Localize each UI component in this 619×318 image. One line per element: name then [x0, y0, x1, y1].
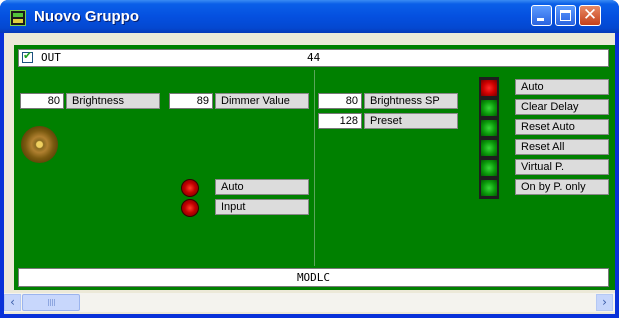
modlc-label: MODLC — [296, 271, 331, 284]
brightness-sp-label: Brightness SP — [364, 93, 458, 109]
status-led-on-by-p-only — [481, 180, 497, 196]
brightness-label: Brightness — [66, 93, 160, 109]
close-button[interactable]: ✕ — [579, 5, 601, 26]
out-label: OUT — [41, 51, 61, 64]
status-led-clear-delay — [481, 100, 497, 116]
preset-value[interactable]: 128 — [318, 113, 362, 129]
horizontal-scrollbar[interactable] — [4, 293, 615, 312]
status-led-auto — [481, 80, 497, 96]
out-value: 44 — [307, 51, 321, 64]
status-label-auto[interactable]: Auto — [515, 79, 609, 95]
panel-divider — [314, 70, 315, 266]
brightness-knob[interactable] — [21, 126, 58, 163]
out-checkbox[interactable]: ✔ — [22, 49, 33, 63]
minimize-icon — [537, 18, 544, 21]
status-label-on-by-p-only[interactable]: On by P. only — [515, 179, 609, 195]
preset-label: Preset — [364, 113, 458, 129]
dimmer-label: Dimmer Value — [215, 93, 309, 109]
out-bar: ✔ OUT 44 — [18, 49, 609, 67]
input-led — [181, 199, 199, 217]
close-icon: ✕ — [582, 5, 598, 25]
chevron-left-icon: ‹ — [10, 295, 15, 309]
grip-icon — [48, 299, 56, 306]
dimmer-value[interactable]: 89 — [169, 93, 213, 109]
scroll-right-button[interactable]: › — [596, 294, 613, 311]
check-icon: ✔ — [23, 49, 33, 62]
chevron-right-icon: › — [602, 295, 607, 309]
status-label-virtual-p[interactable]: Virtual P. — [515, 159, 609, 175]
maximize-icon — [560, 10, 571, 21]
status-label-clear-delay[interactable]: Clear Delay — [515, 99, 609, 115]
status-led-column — [479, 77, 499, 199]
window-title: Nuovo Gruppo — [34, 8, 139, 25]
modlc-bar: MODLC — [18, 268, 609, 287]
scroll-thumb[interactable] — [22, 294, 80, 311]
title-bar[interactable]: Nuovo Gruppo ✕ — [0, 0, 619, 33]
status-led-virtual-p — [481, 160, 497, 176]
minimize-button[interactable] — [531, 5, 552, 26]
status-led-reset-auto — [481, 120, 497, 136]
app-icon — [10, 10, 26, 26]
auto-led-label: Auto — [215, 179, 309, 195]
maximize-button[interactable] — [555, 5, 576, 26]
status-label-reset-all[interactable]: Reset All — [515, 139, 609, 155]
status-led-reset-all — [481, 140, 497, 156]
input-led-label: Input — [215, 199, 309, 215]
status-label-reset-auto[interactable]: Reset Auto — [515, 119, 609, 135]
scroll-left-button[interactable]: ‹ — [4, 294, 21, 311]
brightness-sp-value[interactable]: 80 — [318, 93, 362, 109]
auto-led — [181, 179, 199, 197]
brightness-value[interactable]: 80 — [20, 93, 64, 109]
